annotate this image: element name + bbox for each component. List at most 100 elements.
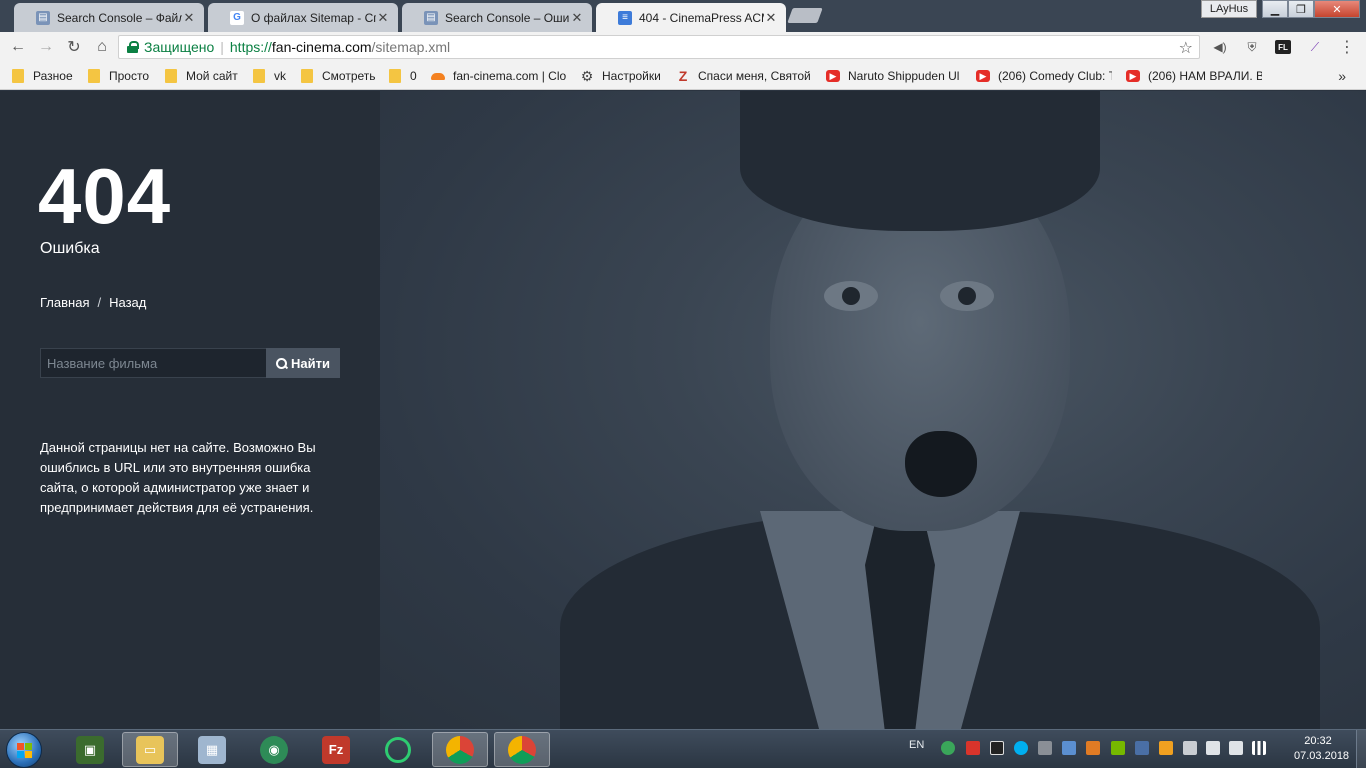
- breadcrumb-home-link[interactable]: Главная: [40, 295, 89, 310]
- adobe-tray-icon[interactable]: [966, 741, 980, 755]
- folder-icon: [165, 69, 177, 83]
- folder-icon: [12, 69, 24, 83]
- folder-icon: [88, 69, 100, 83]
- bookmark-settings[interactable]: ⚙ Настройки: [580, 68, 661, 84]
- breadcrumb-back-link[interactable]: Назад: [109, 295, 146, 310]
- bookmark-folder-smotret[interactable]: Смотреть: [301, 68, 376, 84]
- forward-arrow-icon[interactable]: →: [36, 37, 56, 57]
- close-icon[interactable]: ✕: [570, 10, 584, 26]
- youtube-icon: ▶: [1126, 70, 1140, 82]
- bookmark-label: 0: [410, 69, 417, 83]
- taskbar-app-chrome-1[interactable]: [432, 732, 488, 767]
- bookmark-label: Смотреть: [322, 69, 376, 83]
- profile-button[interactable]: LAyHus: [1201, 0, 1257, 18]
- taskbar-clock[interactable]: 20:32 07.03.2018: [1294, 734, 1350, 764]
- maximize-button[interactable]: ❐: [1288, 0, 1314, 18]
- clock-date: 07.03.2018: [1294, 750, 1350, 762]
- taskbar-app-filezilla[interactable]: Fz: [308, 732, 364, 767]
- taskbar-app-calculator[interactable]: ▦: [184, 732, 240, 767]
- globe-download-icon: ◉: [260, 735, 288, 764]
- cloud-tray-icon[interactable]: [1159, 741, 1173, 755]
- network-device-tray-icon[interactable]: [1062, 741, 1076, 755]
- movie-search-input[interactable]: [40, 348, 266, 378]
- tray-app-icon[interactable]: [941, 741, 955, 755]
- action-center-tray-icon[interactable]: [1183, 741, 1197, 755]
- address-bar[interactable]: Защищено | https:// fan-cinema.com /site…: [118, 35, 1200, 59]
- tab-label: 404 - CinemaPress ACMS: [639, 10, 764, 25]
- device-tray-icon[interactable]: [1038, 741, 1052, 755]
- bookmark-folder-0[interactable]: 0: [389, 68, 417, 84]
- google-icon: G: [230, 10, 244, 25]
- reload-icon[interactable]: ↻: [64, 37, 84, 57]
- tab-cinemapress-404[interactable]: ≡ 404 - CinemaPress ACMS ✕: [596, 3, 786, 32]
- search-button[interactable]: Найти: [266, 348, 340, 378]
- bookmark-comedy-club[interactable]: ▶ (206) Comedy Club: Т: [976, 68, 1112, 84]
- power-tray-icon[interactable]: [1229, 741, 1243, 755]
- youtube-icon: ▶: [976, 70, 990, 82]
- taskbar-app-monitor[interactable]: ▣: [62, 732, 118, 767]
- breadcrumb: Главная / Назад: [40, 295, 146, 310]
- new-tab-button[interactable]: [787, 8, 823, 23]
- bookmark-nam-vrali[interactable]: ▶ (206) НАМ ВРАЛИ. В: [1126, 68, 1262, 84]
- back-arrow-icon[interactable]: ←: [8, 37, 28, 57]
- bookmark-star-icon[interactable]: ☆: [1179, 38, 1193, 58]
- close-icon[interactable]: ✕: [182, 10, 196, 26]
- fl-extension-icon[interactable]: FL: [1275, 40, 1291, 54]
- signal-tray-icon[interactable]: [1252, 741, 1266, 755]
- tab-search-console-errors[interactable]: ▤ Search Console – Ошибк ✕: [402, 3, 592, 32]
- taskbar-app-downloader[interactable]: ◉: [246, 732, 302, 767]
- minimize-button[interactable]: ▁: [1262, 0, 1288, 18]
- bookmark-folder-prosto[interactable]: Просто: [88, 68, 149, 84]
- bookmark-label: Naruto Shippuden Ul: [848, 69, 960, 83]
- search-console-icon: ▤: [36, 10, 50, 25]
- error-panel: 404 Ошибка Главная / Назад Найти Данной …: [0, 91, 380, 729]
- database-icon: ≡: [618, 10, 632, 25]
- filezilla-icon: Fz: [322, 735, 350, 764]
- error-code: 404: [38, 152, 172, 240]
- shield-tray-icon[interactable]: [990, 741, 1004, 755]
- tab-sitemap-help[interactable]: G О файлах Sitemap - Спр ✕: [208, 3, 398, 32]
- bookmark-folder-moy-sayt[interactable]: Мой сайт: [165, 68, 238, 84]
- error-label: Ошибка: [40, 240, 100, 257]
- browser-tab-strip: ▤ Search Console – Файлы ✕ G О файлах Si…: [0, 0, 1366, 32]
- tab-label: Search Console – Файлы: [57, 10, 182, 25]
- youtube-icon: ▶: [826, 70, 840, 82]
- bookmark-label: (206) НАМ ВРАЛИ. В: [1148, 69, 1262, 83]
- skype-tray-icon[interactable]: [1014, 741, 1028, 755]
- system-monitor-icon: ▣: [76, 735, 104, 764]
- taskbar-app-chrome-2[interactable]: [494, 732, 550, 767]
- volume-tray-icon[interactable]: [1206, 741, 1220, 755]
- error-description: Данной страницы нет на сайте. Возможно В…: [40, 440, 316, 515]
- feather-extension-icon[interactable]: ⟋: [1306, 38, 1324, 56]
- bookmark-label: Разное: [33, 69, 73, 83]
- folder-icon: ▭: [136, 735, 164, 764]
- start-button[interactable]: [6, 732, 42, 768]
- bookmarks-overflow-chevron-icon[interactable]: »: [1338, 68, 1346, 84]
- menu-kebab-icon[interactable]: ⋮: [1338, 38, 1356, 56]
- taskbar-app-opera[interactable]: [370, 732, 426, 767]
- bookmark-cloudflare[interactable]: fan-cinema.com | Clo: [431, 68, 568, 84]
- hero-shape: [940, 281, 994, 311]
- bookmark-naruto[interactable]: ▶ Naruto Shippuden Ul: [826, 68, 961, 84]
- language-indicator[interactable]: EN: [909, 739, 924, 751]
- bookmark-spasi-menya[interactable]: Z Спаси меня, Святой: [676, 68, 811, 84]
- show-desktop-button[interactable]: [1356, 730, 1366, 768]
- tab-search-console-files[interactable]: ▤ Search Console – Файлы ✕: [14, 3, 204, 32]
- flag-tray-icon[interactable]: [1135, 741, 1149, 755]
- bookmark-folder-raznoe[interactable]: Разное: [12, 68, 73, 84]
- tab-label: О файлах Sitemap - Спр: [251, 10, 376, 25]
- window-close-button[interactable]: ✕: [1314, 0, 1360, 18]
- taskbar-app-explorer[interactable]: ▭: [122, 732, 178, 767]
- close-icon[interactable]: ✕: [764, 10, 778, 26]
- windows-taskbar: ▣ ▭ ▦ ◉ Fz EN 20:32 07.03.2018: [0, 729, 1366, 768]
- hero-shape: [740, 91, 1100, 231]
- close-icon[interactable]: ✕: [376, 10, 390, 26]
- nvidia-tray-icon[interactable]: [1111, 741, 1125, 755]
- url-path: /sitemap.xml: [371, 39, 451, 55]
- hero-shape: [824, 281, 878, 311]
- speaker-extension-icon[interactable]: ◀): [1211, 38, 1229, 56]
- home-icon[interactable]: ⌂: [92, 37, 112, 57]
- speaker-tray-icon[interactable]: [1086, 741, 1100, 755]
- shield-extension-icon[interactable]: ⛨: [1243, 38, 1261, 56]
- bookmark-folder-vk[interactable]: vk: [253, 68, 286, 84]
